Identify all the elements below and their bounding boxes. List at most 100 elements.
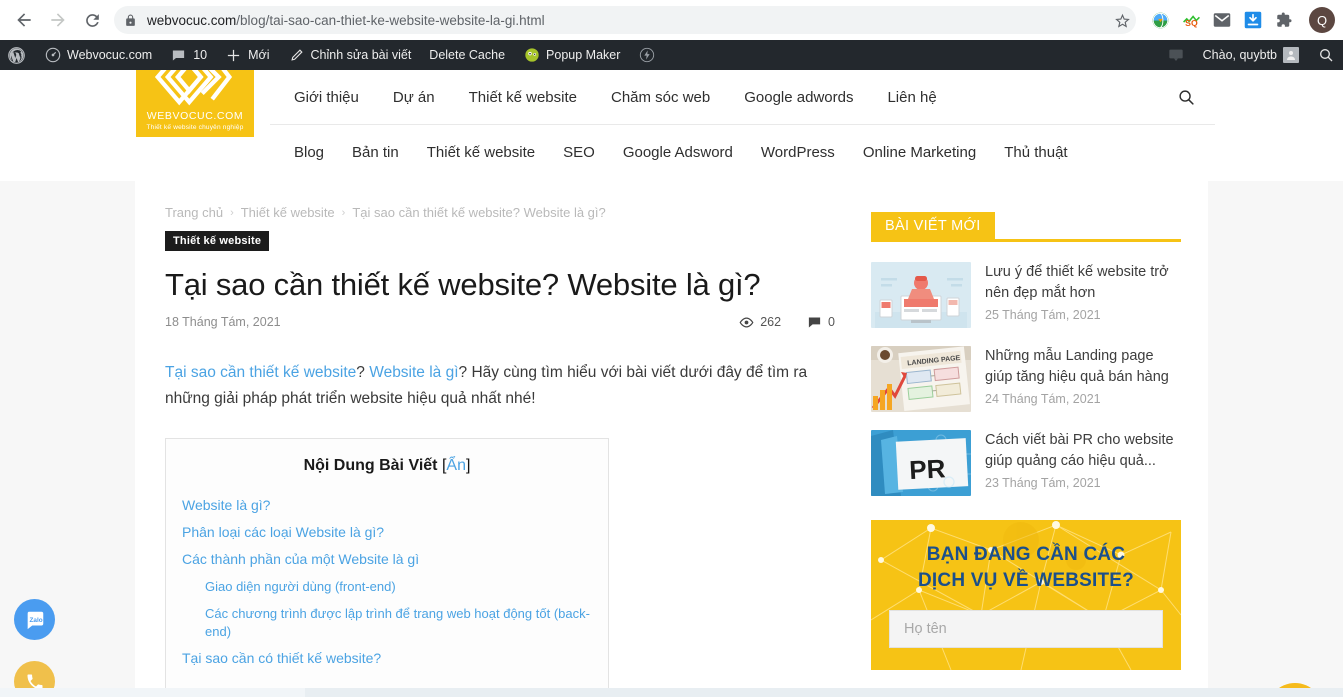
page-body: WEBVOCUC.COM Thiết kế website chuyên ngh… bbox=[0, 70, 1343, 697]
breadcrumb-separator: › bbox=[230, 206, 234, 219]
toc-link-4[interactable]: Giao diện người dùng (front-end) bbox=[205, 579, 396, 594]
seo-quake-icon[interactable]: SQ bbox=[1181, 10, 1201, 30]
edit-post-label: Chỉnh sửa bài viết bbox=[310, 48, 412, 62]
subnav-item-thu-thuat[interactable]: Thủ thuật bbox=[990, 144, 1081, 161]
post-thumbnail-pr[interactable]: PR bbox=[871, 430, 971, 496]
toc-link-5[interactable]: Các chương trình được lập trình để trang… bbox=[205, 606, 590, 639]
toc-list: Website là gì? Phân loại các loại Websit… bbox=[182, 497, 592, 668]
toc-toggle-link[interactable]: Ẩn bbox=[446, 457, 466, 474]
eye-icon bbox=[739, 317, 754, 328]
post-date: 24 Tháng Tám, 2021 bbox=[985, 392, 1101, 407]
cta-name-input[interactable]: Họ tên bbox=[889, 610, 1163, 649]
site-logo[interactable]: WEBVOCUC.COM Thiết kế website chuyên ngh… bbox=[136, 70, 254, 137]
list-item[interactable]: Lưu ý để thiết kế website trở nên đẹp mắ… bbox=[871, 262, 1181, 328]
browser-toolbar: webvocuc.com/blog/tai-sao-can-thiet-ke-w… bbox=[0, 0, 1343, 40]
toc-link-1[interactable]: Website là gì? bbox=[182, 497, 270, 513]
adminbar-search[interactable] bbox=[1308, 40, 1343, 70]
post-title-link[interactable]: Cách viết bài PR cho website giúp quảng … bbox=[985, 430, 1181, 471]
post-thumbnail-web-design[interactable] bbox=[871, 262, 971, 328]
wordpress-admin-bar: Webvocuc.com 10 Mới Chỉnh sửa bài viết D… bbox=[0, 40, 1343, 70]
subnav-item-ban-tin[interactable]: Bản tin bbox=[338, 144, 413, 161]
greeting-label: Chào, quybtb bbox=[1202, 48, 1277, 62]
breadcrumb-category[interactable]: Thiết kế website bbox=[241, 205, 335, 220]
nav-item-gioi-thieu[interactable]: Giới thiệu bbox=[270, 89, 376, 106]
nav-item-du-an[interactable]: Dự án bbox=[376, 89, 452, 106]
category-badge[interactable]: Thiết kế website bbox=[165, 231, 270, 251]
site-header: WEBVOCUC.COM Thiết kế website chuyên ngh… bbox=[0, 70, 1343, 181]
comment-count: 0 bbox=[807, 315, 835, 330]
breadcrumb-home[interactable]: Trang chủ bbox=[165, 205, 223, 220]
table-of-contents: Nội Dung Bài Viết [Ẩn] Website là gì? Ph… bbox=[165, 437, 609, 697]
subnav-item-wordpress[interactable]: WordPress bbox=[747, 144, 849, 161]
bookmark-star-icon[interactable] bbox=[1108, 6, 1136, 34]
intro-link-2[interactable]: Website là gì bbox=[369, 364, 458, 381]
toc-item: Giao diện người dùng (front-end) bbox=[182, 578, 592, 596]
subnav-item-thiet-ke-website[interactable]: Thiết kế website bbox=[413, 144, 549, 161]
address-bar[interactable]: webvocuc.com/blog/tai-sao-can-thiet-ke-w… bbox=[114, 6, 1136, 34]
zalo-float-button[interactable]: Zalo bbox=[14, 599, 55, 640]
post-title-link[interactable]: Lưu ý để thiết kế website trở nên đẹp mắ… bbox=[985, 262, 1181, 303]
cta-widget: BẠN ĐANG CẦN CÁC DỊCH VỤ VỀ WEBSITE? Họ … bbox=[871, 520, 1181, 670]
comment-bubble-icon bbox=[170, 47, 187, 64]
reload-button[interactable] bbox=[76, 4, 108, 36]
nav-item-lien-he[interactable]: Liên hệ bbox=[870, 89, 953, 106]
forward-button[interactable] bbox=[42, 4, 74, 36]
nav-item-thiet-ke-website[interactable]: Thiết kế website bbox=[452, 89, 594, 106]
profile-avatar[interactable]: Q bbox=[1309, 7, 1335, 33]
toc-link-6[interactable]: Tại sao cần có thiết kế website? bbox=[182, 650, 381, 666]
adminbar-performance[interactable] bbox=[629, 40, 664, 70]
post-title-link[interactable]: Những mẫu Landing page giúp tăng hiệu qu… bbox=[985, 346, 1181, 387]
toc-item: Phân loại các loại Website là gì? bbox=[182, 524, 592, 542]
post-date: 25 Tháng Tám, 2021 bbox=[985, 308, 1101, 323]
toc-link-3[interactable]: Các thành phần của một Website là gì bbox=[182, 551, 419, 567]
nav-item-google-adwords[interactable]: Google adwords bbox=[727, 89, 870, 106]
back-button[interactable] bbox=[8, 4, 40, 36]
adminbar-delete-cache[interactable]: Delete Cache bbox=[420, 40, 514, 70]
svg-text:PR: PR bbox=[909, 453, 947, 485]
toc-toggle-wrap: [Ẩn] bbox=[442, 457, 470, 474]
puzzle-extensions-icon[interactable] bbox=[1274, 10, 1294, 30]
subnav-item-seo[interactable]: SEO bbox=[549, 144, 609, 161]
content-shell: Trang chủ › Thiết kế website › Tại sao c… bbox=[135, 181, 1208, 697]
toc-title: Nội Dung Bài Viết [Ẩn] bbox=[182, 457, 592, 475]
post-info: Cách viết bài PR cho website giúp quảng … bbox=[985, 430, 1181, 496]
gmail-icon[interactable] bbox=[1212, 10, 1232, 30]
subnav-item-online-marketing[interactable]: Online Marketing bbox=[849, 144, 990, 161]
adminbar-site-name[interactable]: Webvocuc.com bbox=[35, 40, 161, 70]
post-meta: 18 Tháng Tám, 2021 262 0 bbox=[165, 315, 835, 334]
list-item[interactable]: LANDING PAGE Những mẫu Landing page giúp… bbox=[871, 346, 1181, 412]
intro-link-1[interactable]: Tại sao cần thiết kế website bbox=[165, 364, 356, 381]
horizontal-scrollbar[interactable] bbox=[0, 688, 1343, 697]
post-thumbnail-landing-page[interactable]: LANDING PAGE bbox=[871, 346, 971, 412]
scrollbar-thumb[interactable] bbox=[0, 688, 305, 697]
adminbar-new-content[interactable]: Mới bbox=[216, 40, 278, 70]
comment-icon bbox=[808, 317, 821, 328]
list-item[interactable]: PR Cách viết bài PR cho website giúp quả… bbox=[871, 430, 1181, 496]
comment-count-value: 0 bbox=[828, 315, 835, 330]
header-search-icon[interactable] bbox=[1175, 86, 1197, 108]
toc-bracket-close: ] bbox=[465, 456, 471, 474]
adminbar-feedback[interactable] bbox=[1159, 40, 1194, 70]
wp-logo-menu[interactable] bbox=[0, 40, 35, 70]
logo-diamond-mark bbox=[154, 70, 233, 106]
adminbar-edit-post[interactable]: Chỉnh sửa bài viết bbox=[279, 40, 421, 70]
adminbar-comments[interactable]: 10 bbox=[161, 40, 216, 70]
subnav-item-blog[interactable]: Blog bbox=[270, 144, 338, 161]
adminbar-my-account[interactable]: Chào, quybtb bbox=[1194, 40, 1308, 70]
adminbar-popup-maker[interactable]: Popup Maker bbox=[514, 40, 629, 70]
nav-item-cham-soc-web[interactable]: Chăm sóc web bbox=[594, 89, 727, 106]
page-title: Tại sao cần thiết kế website? Website là… bbox=[165, 267, 761, 302]
subnav-item-google-adsword[interactable]: Google Adsword bbox=[609, 144, 747, 161]
breadcrumb-current: Tại sao cần thiết kế website? Website là… bbox=[352, 205, 606, 220]
feedback-bubble-icon bbox=[1168, 47, 1185, 64]
new-label: Mới bbox=[248, 48, 270, 62]
toc-link-2[interactable]: Phân loại các loại Website là gì? bbox=[182, 524, 384, 540]
toc-item: Website là gì? bbox=[182, 497, 592, 515]
download-icon[interactable] bbox=[1243, 10, 1263, 30]
url-domain: webvocuc.com bbox=[147, 12, 237, 28]
secondary-navigation: Blog Bản tin Thiết kế website SEO Google… bbox=[270, 125, 1215, 180]
internet-download-manager-icon[interactable] bbox=[1150, 10, 1170, 30]
delete-cache-label: Delete Cache bbox=[429, 48, 506, 62]
url-text: webvocuc.com/blog/tai-sao-can-thiet-ke-w… bbox=[147, 13, 545, 28]
toc-item: Các chương trình được lập trình để trang… bbox=[182, 605, 592, 641]
